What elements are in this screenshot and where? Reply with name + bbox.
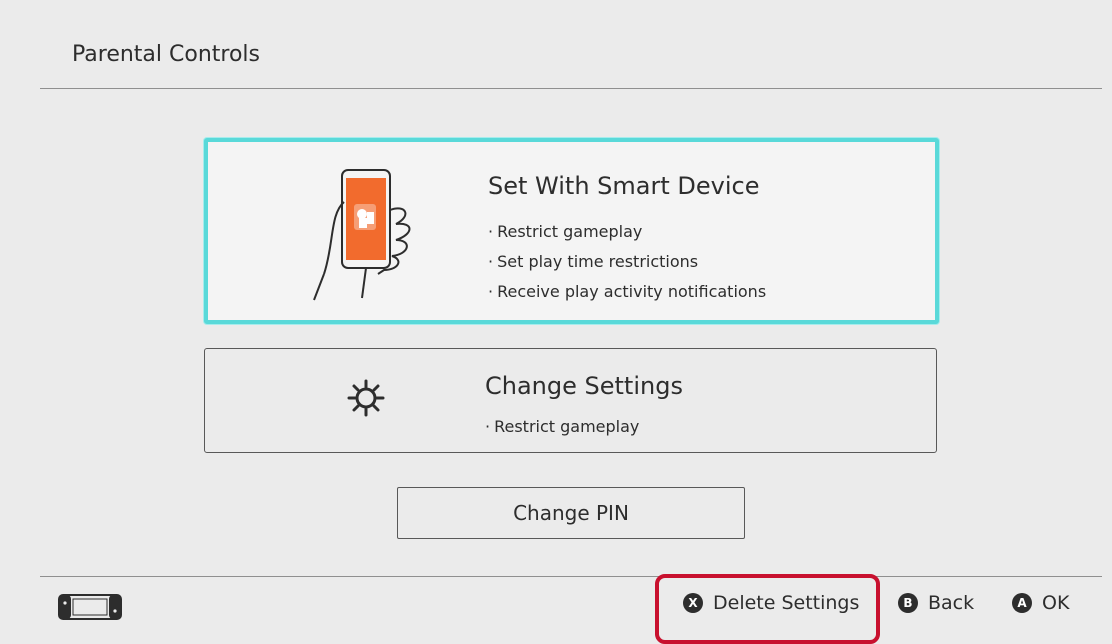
change-pin-button[interactable]: Change PIN [397,487,745,539]
list-item: Restrict gameplay [485,412,639,442]
page-title: Parental Controls [72,42,260,67]
back-label: Back [928,592,975,614]
bottom-divider [40,576,1102,577]
list-item: Restrict gameplay [488,217,766,247]
set-with-smart-device-option[interactable]: Set With Smart Device Restrict gameplay … [204,138,939,324]
change-settings-title: Change Settings [485,372,683,400]
smart-device-title: Set With Smart Device [488,172,760,200]
back-hint[interactable]: B Back [898,592,974,614]
console-icon [58,594,122,620]
b-button-icon: B [898,593,918,613]
phone-in-hand-icon [313,169,411,301]
delete-settings-highlight [655,574,880,644]
ok-hint[interactable]: A OK [1012,592,1069,614]
list-item: Set play time restrictions [488,247,766,277]
list-item: Receive play activity notifications [488,277,766,307]
change-settings-bullets: Restrict gameplay [485,412,639,442]
a-button-icon: A [1012,593,1032,613]
gear-icon [347,379,385,417]
change-settings-option[interactable]: Change Settings Restrict gameplay [204,348,937,453]
smart-device-bullets: Restrict gameplay Set play time restrict… [488,217,766,307]
ok-label: OK [1042,592,1070,614]
top-divider [40,88,1102,89]
